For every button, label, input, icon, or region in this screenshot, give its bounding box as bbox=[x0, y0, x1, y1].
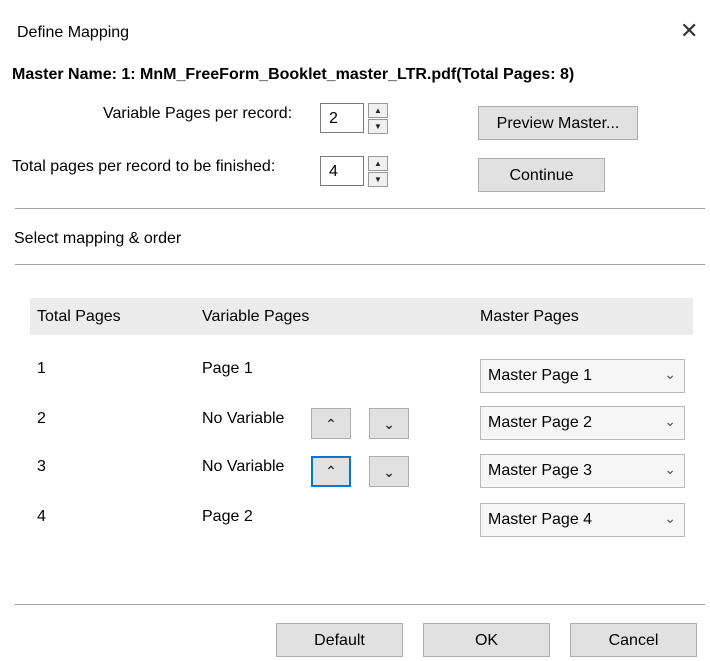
separator bbox=[15, 604, 705, 605]
move-down-button[interactable]: ⌄ bbox=[369, 408, 409, 439]
chevron-down-icon: ⌄ bbox=[664, 461, 676, 477]
select-value: Master Page 3 bbox=[488, 462, 593, 479]
master-page-select[interactable]: Master Page 2 ⌄ bbox=[480, 406, 685, 440]
spin-down-icon[interactable]: ▼ bbox=[368, 119, 388, 134]
table-header: Total Pages Variable Pages Master Pages bbox=[30, 298, 693, 335]
separator bbox=[15, 264, 705, 265]
row-variable-page: Page 1 bbox=[202, 360, 253, 377]
move-down-button[interactable]: ⌄ bbox=[369, 456, 409, 487]
chevron-down-icon: ⌄ bbox=[383, 416, 395, 432]
chevron-up-icon: ⌃ bbox=[325, 416, 337, 432]
dialog-title: Define Mapping bbox=[17, 24, 130, 41]
total-pages-label: Total pages per record to be finished: bbox=[12, 158, 276, 175]
default-button[interactable]: Default bbox=[276, 623, 403, 657]
spin-up-icon[interactable]: ▲ bbox=[368, 103, 388, 118]
row-variable-page: No Variable bbox=[202, 458, 285, 475]
row-variable-page: Page 2 bbox=[202, 508, 253, 525]
define-mapping-dialog: Define Mapping ✕ Master Name: 1: MnM_Fre… bbox=[0, 0, 710, 661]
section-label: Select mapping & order bbox=[14, 230, 182, 247]
close-icon[interactable]: ✕ bbox=[680, 18, 698, 44]
spin-down-icon[interactable]: ▼ bbox=[368, 172, 388, 187]
separator bbox=[15, 208, 705, 209]
chevron-down-icon: ⌄ bbox=[664, 510, 676, 526]
chevron-up-icon: ⌃ bbox=[325, 463, 337, 479]
row-total-page: 3 bbox=[37, 458, 46, 475]
chevron-down-icon: ⌄ bbox=[383, 464, 395, 480]
column-header-variable-pages: Variable Pages bbox=[202, 308, 310, 325]
total-pages-spinner: 4 ▲ ▼ bbox=[320, 156, 390, 188]
row-total-page: 4 bbox=[37, 508, 46, 525]
row-total-page: 1 bbox=[37, 360, 46, 377]
select-value: Master Page 2 bbox=[488, 414, 593, 431]
master-name-label: Master Name: 1: MnM_FreeForm_Booklet_mas… bbox=[12, 66, 575, 83]
select-value: Master Page 4 bbox=[488, 511, 593, 528]
column-header-total-pages: Total Pages bbox=[37, 308, 121, 325]
master-page-select[interactable]: Master Page 4 ⌄ bbox=[480, 503, 685, 537]
variable-pages-label: Variable Pages per record: bbox=[103, 105, 293, 122]
chevron-down-icon: ⌄ bbox=[664, 366, 676, 382]
cancel-button[interactable]: Cancel bbox=[570, 623, 697, 657]
variable-pages-input[interactable]: 2 bbox=[320, 103, 364, 133]
column-header-master-pages: Master Pages bbox=[480, 308, 579, 325]
master-page-select[interactable]: Master Page 3 ⌄ bbox=[480, 454, 685, 488]
row-variable-page: No Variable bbox=[202, 410, 285, 427]
move-up-button[interactable]: ⌃ bbox=[311, 456, 351, 487]
move-up-button[interactable]: ⌃ bbox=[311, 408, 351, 439]
variable-pages-spinner: 2 ▲ ▼ bbox=[320, 103, 390, 135]
total-pages-input[interactable]: 4 bbox=[320, 156, 364, 186]
continue-button[interactable]: Continue bbox=[478, 158, 605, 192]
ok-button[interactable]: OK bbox=[423, 623, 550, 657]
select-value: Master Page 1 bbox=[488, 367, 593, 384]
spin-up-icon[interactable]: ▲ bbox=[368, 156, 388, 171]
preview-master-button[interactable]: Preview Master... bbox=[478, 106, 638, 140]
chevron-down-icon: ⌄ bbox=[664, 413, 676, 429]
master-page-select[interactable]: Master Page 1 ⌄ bbox=[480, 359, 685, 393]
row-total-page: 2 bbox=[37, 410, 46, 427]
